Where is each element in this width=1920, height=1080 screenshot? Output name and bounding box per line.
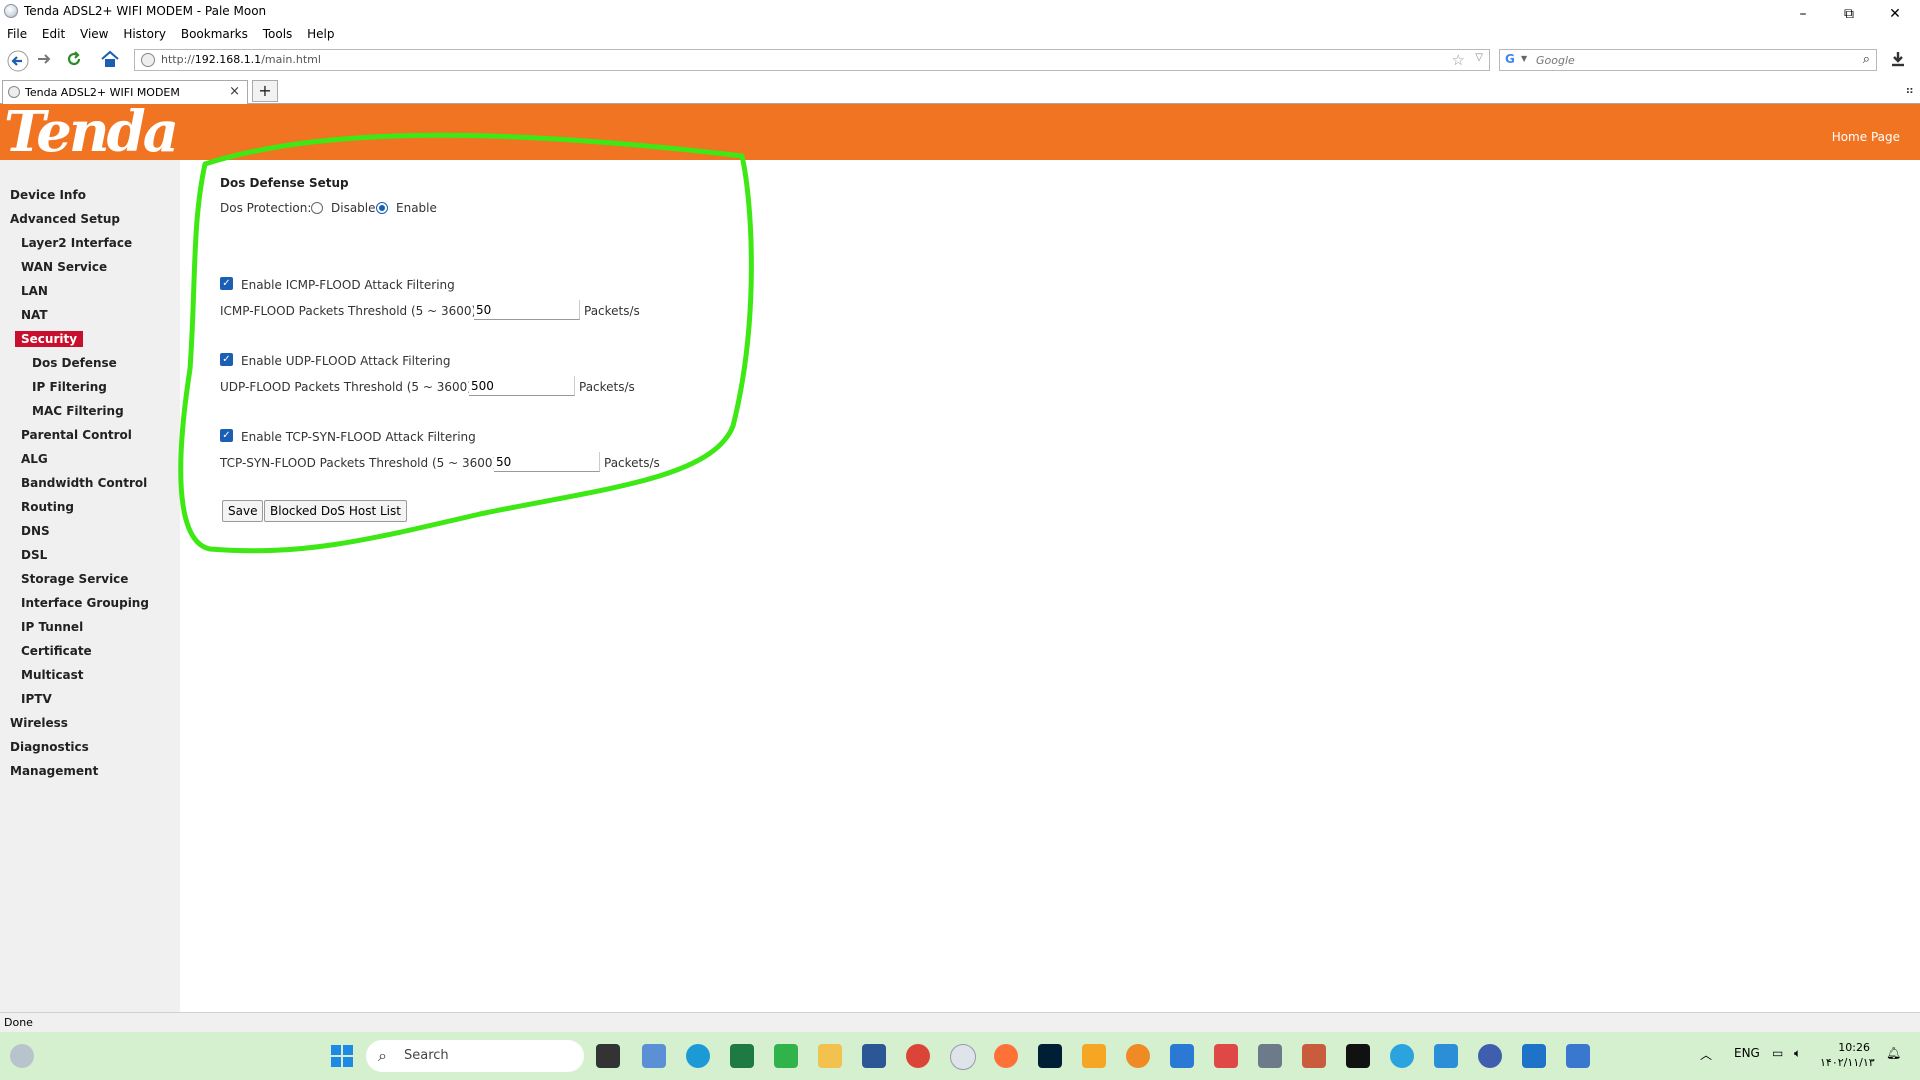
taskbar-search-label: Search — [404, 1048, 449, 1063]
tray-chevron-up-icon[interactable]: ︿ — [1700, 1046, 1712, 1063]
telegram-icon[interactable] — [1390, 1044, 1414, 1068]
search-icon[interactable]: ⌕ — [1863, 52, 1870, 67]
windows-start-icon[interactable] — [330, 1044, 354, 1068]
tab-bar: Tenda ADSL2+ WIFI MODEM × + ⠶ — [0, 78, 1920, 104]
word-icon[interactable] — [862, 1044, 886, 1068]
media-player-icon[interactable] — [1082, 1044, 1106, 1068]
camtasia-icon[interactable] — [774, 1044, 798, 1068]
menu-edit[interactable]: Edit — [42, 24, 65, 44]
taskbar-clock[interactable]: 10:26 ۱۴۰۲/۱۱/۱۳ — [1820, 1040, 1875, 1070]
explorer-app-icon[interactable] — [642, 1044, 666, 1068]
window-title: Tenda ADSL2+ WIFI MODEM - Pale Moon — [24, 4, 267, 18]
clock-date: ۱۴۰۲/۱۱/۱۳ — [1820, 1056, 1875, 1069]
download-icon[interactable] — [1890, 50, 1906, 72]
menu-bookmarks[interactable]: Bookmarks — [181, 24, 248, 44]
green-annotation-outline — [178, 132, 754, 554]
vpn-shield-icon[interactable] — [1566, 1044, 1590, 1068]
close-tab-icon[interactable]: × — [229, 84, 240, 99]
search-icon: ⌕ — [378, 1046, 387, 1065]
bookmark-star-icon[interactable]: ☆ — [1452, 51, 1465, 69]
menu-tools[interactable]: Tools — [263, 24, 293, 44]
terminal-icon[interactable] — [1346, 1044, 1370, 1068]
file-explorer-icon[interactable] — [818, 1044, 842, 1068]
home-icon[interactable] — [98, 50, 122, 72]
taskbar-search[interactable]: ⌕ Search — [366, 1040, 584, 1072]
pale-moon-icon — [4, 4, 18, 18]
snipping-tool-icon[interactable] — [1214, 1044, 1238, 1068]
edge-icon[interactable] — [686, 1044, 710, 1068]
status-bar: Done — [0, 1012, 1920, 1032]
firefox-icon[interactable] — [994, 1044, 1018, 1068]
web-page: Tenda Home Page Device Info Advanced Setu… — [0, 104, 1920, 1012]
search-bar[interactable]: G ▼ Google ⌕ — [1499, 49, 1877, 71]
title-bar: Tenda ADSL2+ WIFI MODEM - Pale Moon – ⧉ … — [0, 0, 1920, 24]
chrome-icon[interactable] — [906, 1044, 930, 1068]
forward-icon[interactable] — [32, 50, 56, 72]
url-text[interactable]: http://192.168.1.1/main.html — [161, 53, 321, 66]
archive-icon[interactable] — [1302, 1044, 1326, 1068]
excel-icon[interactable] — [730, 1044, 754, 1068]
menu-view[interactable]: View — [80, 24, 108, 44]
task-view-icon[interactable] — [596, 1044, 620, 1068]
new-tab-button[interactable]: + — [252, 80, 278, 102]
language-indicator[interactable]: ENG — [1734, 1046, 1760, 1060]
network-app-icon[interactable] — [1478, 1044, 1502, 1068]
tab-list-icon[interactable]: ⠶ — [1905, 83, 1914, 97]
google-icon[interactable]: G — [1505, 52, 1515, 66]
pale-moon-taskbar-icon[interactable] — [950, 1044, 976, 1070]
url-bar[interactable]: http://192.168.1.1/main.html ☆ ▽ — [134, 49, 1490, 71]
globe-icon — [8, 86, 20, 98]
chevron-down-icon[interactable]: ▽ — [1475, 52, 1483, 63]
notification-bell-icon[interactable]: 🔔︎ — [1886, 1046, 1901, 1060]
remote-desktop-icon[interactable] — [1434, 1044, 1458, 1068]
vscode-icon[interactable] — [1170, 1044, 1194, 1068]
windows-taskbar: ⌕ Search ︿ ENG ▭ 🔈︎ 10:26 ۱۴۰۲/۱۱/۱۳ 🔔︎ — [0, 1032, 1920, 1080]
volume-icon[interactable]: 🔈︎ — [1794, 1046, 1801, 1061]
browser-e-icon[interactable] — [1126, 1044, 1150, 1068]
menu-bar: File Edit View History Bookmarks Tools H… — [0, 24, 1920, 44]
tab-label: Tenda ADSL2+ WIFI MODEM — [25, 86, 180, 99]
globe-icon — [141, 53, 155, 67]
menu-file[interactable]: File — [7, 24, 27, 44]
network-icon[interactable]: ▭ — [1772, 1046, 1783, 1060]
search-input[interactable]: Google — [1536, 54, 1575, 67]
photoshop-icon[interactable] — [1038, 1044, 1062, 1068]
menu-history[interactable]: History — [123, 24, 166, 44]
chevron-down-icon[interactable]: ▼ — [1521, 54, 1527, 63]
status-text: Done — [4, 1016, 33, 1029]
clock-time: 10:26 — [1838, 1041, 1870, 1054]
widgets-icon[interactable] — [10, 1044, 34, 1068]
calculator-icon[interactable] — [1258, 1044, 1282, 1068]
shark-app-icon[interactable] — [1522, 1044, 1546, 1068]
reload-icon[interactable] — [62, 50, 86, 72]
menu-help[interactable]: Help — [307, 24, 334, 44]
back-icon[interactable] — [6, 50, 30, 72]
